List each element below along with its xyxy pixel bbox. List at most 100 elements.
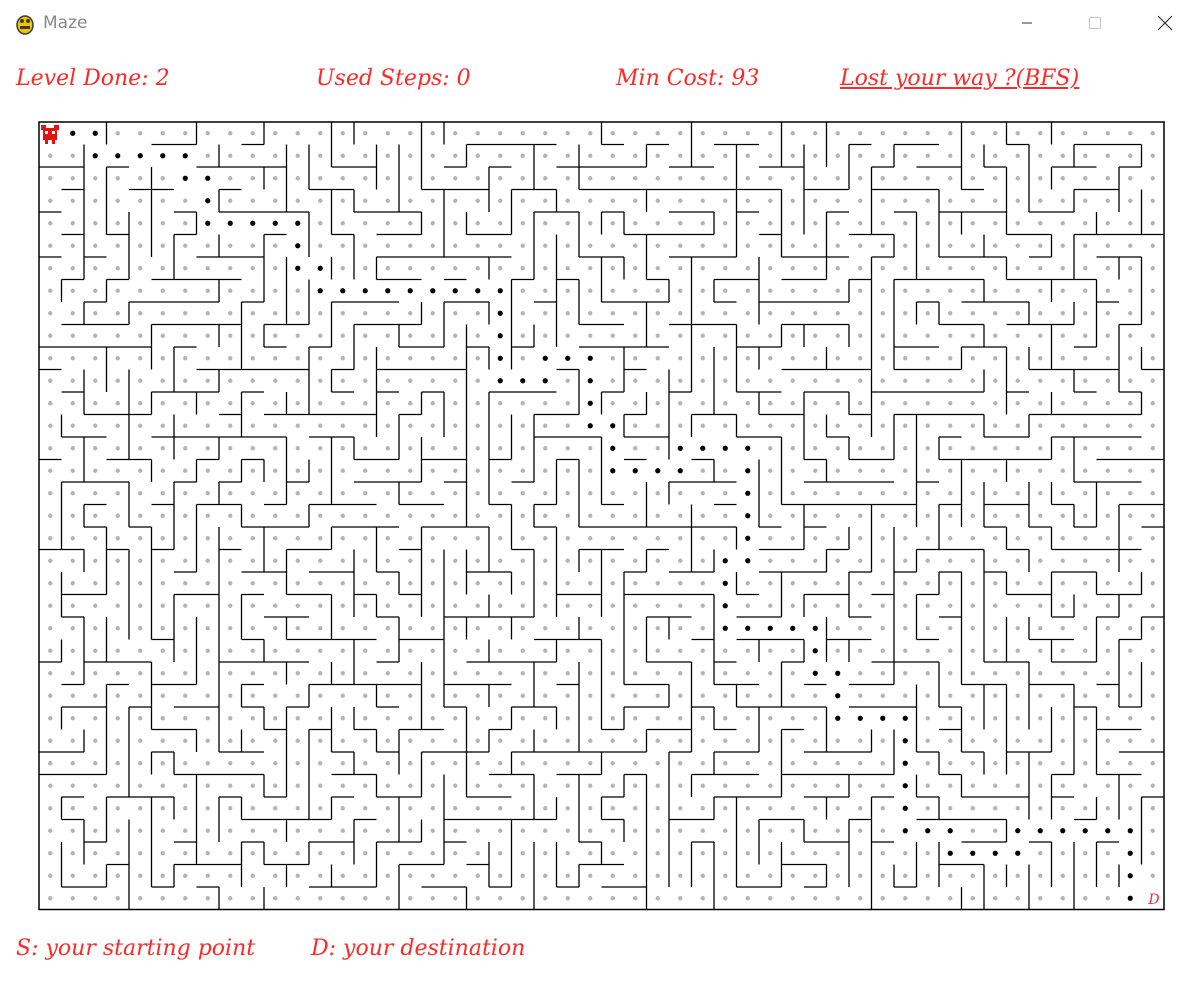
- cell-dot: [1128, 558, 1133, 563]
- cell-dot: [160, 131, 165, 136]
- cell-dot: [385, 873, 390, 878]
- cell-dot: [970, 783, 975, 788]
- cell-dot: [475, 761, 480, 766]
- cell-dot: [475, 873, 480, 878]
- cell-dot: [318, 423, 323, 428]
- cell-dot: [970, 288, 975, 293]
- cell-dot: [858, 131, 863, 136]
- cell-dot: [115, 896, 120, 901]
- cell-dot: [655, 513, 660, 518]
- cell-dot: [970, 558, 975, 563]
- path-dot: [385, 288, 391, 294]
- path-dot: [317, 288, 323, 294]
- path-dot: [137, 153, 143, 159]
- cell-dot: [48, 558, 53, 563]
- cell-dot: [1060, 671, 1065, 676]
- cell-dot: [543, 513, 548, 518]
- cell-dot: [543, 446, 548, 451]
- cell-dot: [1015, 491, 1020, 496]
- cell-dot: [835, 446, 840, 451]
- cell-dot: [925, 648, 930, 653]
- cell-dot: [1038, 356, 1043, 361]
- cell-dot: [273, 693, 278, 698]
- path-dot: [722, 603, 728, 609]
- cell-dot: [925, 581, 930, 586]
- cell-dot: [768, 783, 773, 788]
- cell-dot: [228, 423, 233, 428]
- maze-board[interactable]: D: [0, 0, 1202, 985]
- cell-dot: [678, 536, 683, 541]
- cell-dot: [385, 581, 390, 586]
- cell-dot: [363, 806, 368, 811]
- cell-dot: [385, 131, 390, 136]
- path-dot: [722, 558, 728, 564]
- cell-dot: [858, 311, 863, 316]
- cell-dot: [250, 356, 255, 361]
- cell-dot: [925, 446, 930, 451]
- cell-dot: [70, 356, 75, 361]
- cell-dot: [1015, 131, 1020, 136]
- cell-dot: [475, 536, 480, 541]
- cell-dot: [1015, 198, 1020, 203]
- cell-dot: [745, 153, 750, 158]
- cell-dot: [768, 356, 773, 361]
- cell-dot: [633, 671, 638, 676]
- cell-dot: [475, 828, 480, 833]
- cell-dot: [970, 896, 975, 901]
- cell-dot: [48, 671, 53, 676]
- cell-dot: [925, 356, 930, 361]
- cell-dot: [48, 468, 53, 473]
- cell-dot: [948, 581, 953, 586]
- cell-dot: [925, 536, 930, 541]
- cell-dot: [633, 356, 638, 361]
- cell-dot: [1015, 693, 1020, 698]
- cell-dot: [363, 153, 368, 158]
- cell-dot: [453, 446, 458, 451]
- cell-dot: [993, 153, 998, 158]
- cell-dot: [363, 401, 368, 406]
- cell-dot: [363, 693, 368, 698]
- cell-dot: [1128, 356, 1133, 361]
- cell-dot: [295, 581, 300, 586]
- cell-dot: [1150, 468, 1155, 473]
- cell-dot: [1083, 783, 1088, 788]
- cell-dot: [565, 626, 570, 631]
- cell-dot: [655, 333, 660, 338]
- cell-dot: [835, 536, 840, 541]
- cell-dot: [565, 423, 570, 428]
- cell-dot: [453, 423, 458, 428]
- cell-dot: [273, 378, 278, 383]
- cell-dot: [385, 333, 390, 338]
- cell-dot: [565, 581, 570, 586]
- cell-dot: [430, 671, 435, 676]
- cell-dot: [340, 356, 345, 361]
- cell-dot: [160, 693, 165, 698]
- cell-dot: [93, 243, 98, 248]
- cell-dot: [723, 333, 728, 338]
- cell-dot: [970, 243, 975, 248]
- cell-dot: [70, 716, 75, 721]
- cell-dot: [475, 378, 480, 383]
- cell-dot: [205, 738, 210, 743]
- cell-dot: [925, 738, 930, 743]
- cell-dot: [1105, 603, 1110, 608]
- cell-dot: [115, 716, 120, 721]
- cell-dot: [363, 378, 368, 383]
- cell-dot: [318, 738, 323, 743]
- cell-dot: [228, 693, 233, 698]
- cell-dot: [1060, 873, 1065, 878]
- path-dot: [947, 850, 953, 856]
- cell-dot: [993, 468, 998, 473]
- cell-dot: [588, 333, 593, 338]
- cell-dot: [903, 401, 908, 406]
- cell-dot: [70, 851, 75, 856]
- cell-dot: [475, 333, 480, 338]
- cell-dot: [385, 401, 390, 406]
- cell-dot: [250, 401, 255, 406]
- cell-dot: [790, 513, 795, 518]
- cell-dot: [520, 446, 525, 451]
- cell-dot: [1150, 603, 1155, 608]
- cell-dot: [70, 626, 75, 631]
- cell-dot: [903, 131, 908, 136]
- cell-dot: [1128, 468, 1133, 473]
